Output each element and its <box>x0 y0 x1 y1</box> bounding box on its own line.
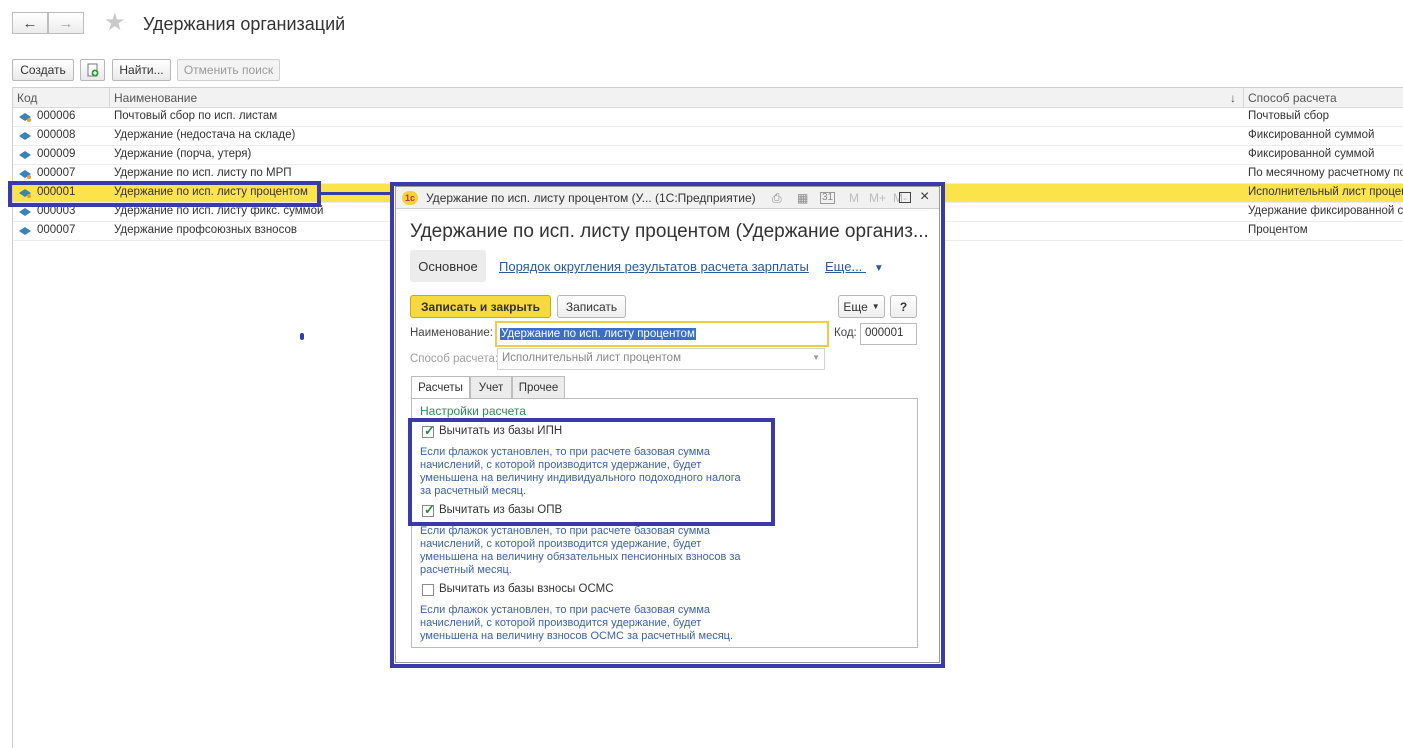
close-icon[interactable]: × <box>920 188 929 206</box>
help-button[interactable]: ? <box>890 295 917 318</box>
catalog-item-icon <box>19 227 31 235</box>
method-field[interactable]: Исполнительный лист процентом ▼ <box>497 348 825 370</box>
cell-name: Удержание (порча, утеря) <box>114 148 252 160</box>
column-header-code[interactable]: Код <box>17 91 37 105</box>
more-link[interactable]: Еще... ▼ <box>825 259 884 274</box>
code-field[interactable]: 000001 <box>860 323 917 345</box>
app-logo-icon: 1с <box>402 191 418 205</box>
arrow-left-icon: ← <box>22 14 38 32</box>
form-header: Удержание по исп. листу процентом (Удерж… <box>410 221 929 242</box>
cell-name: Удержание (недостача на складе) <box>114 129 296 141</box>
tab-accounting[interactable]: Учет <box>470 376 512 398</box>
page-title: Удержания организаций <box>143 14 346 34</box>
cell-method: Процентом <box>1248 224 1308 236</box>
table-header: Код Наименование ↓ Способ расчета <box>13 88 1403 108</box>
catalog-item-icon <box>19 170 31 179</box>
section-title: Настройки расчета <box>420 404 526 418</box>
dropdown-arrow-icon: ▼ <box>812 353 820 362</box>
cell-method: Почтовый сбор <box>1248 110 1330 122</box>
cell-code: 000009 <box>37 148 76 160</box>
deduct-opv-note: Если флажок установлен, то при расчете б… <box>420 525 741 576</box>
column-header-name[interactable]: Наименование <box>114 91 197 105</box>
selected-row-highlight <box>8 181 321 207</box>
tab-main[interactable]: Основное <box>410 250 486 282</box>
sort-down-icon: ↓ <box>1230 91 1236 105</box>
deduct-osms-label[interactable]: Вычитать из базы взносы ОСМС <box>439 583 614 595</box>
column-header-method[interactable]: Способ расчета <box>1248 91 1337 105</box>
cell-code: 000006 <box>37 110 76 122</box>
maximize-button[interactable] <box>899 192 911 203</box>
cell-name: Почтовый сбор по исп. листам <box>114 110 278 122</box>
deduct-osms-checkbox[interactable] <box>422 584 434 596</box>
table-row[interactable]: 000009 Удержание (порча, утеря) Фиксирован… <box>13 146 1403 165</box>
dialog-window-title: Удержание по исп. листу процентом (У... … <box>426 191 756 205</box>
dialog-titlebar[interactable]: 1с Удержание по исп. листу процентом (У.… <box>396 187 939 209</box>
add-copy-icon <box>87 63 98 77</box>
dropdown-arrow-icon: ▼ <box>871 302 880 311</box>
copy-button[interactable] <box>80 59 105 81</box>
catalog-item-icon <box>19 113 31 122</box>
rounding-order-link[interactable]: Порядок округления результатов расчета з… <box>499 259 809 274</box>
tab-other[interactable]: Прочее <box>512 376 565 398</box>
more-actions-button[interactable]: Еще ▼ <box>838 295 885 318</box>
tab-calculations[interactable]: Расчеты <box>411 376 470 399</box>
cell-code: 000007 <box>37 167 76 179</box>
cell-code: 000008 <box>37 129 76 141</box>
print-icon[interactable]: ⎙ <box>772 191 782 206</box>
calendar-icon[interactable]: 31 <box>820 192 836 204</box>
favorite-star-icon[interactable]: ★ <box>104 11 126 35</box>
save-button[interactable]: Записать <box>557 295 626 318</box>
calculator-icon[interactable]: ▦ <box>797 191 808 205</box>
method-label: Способ расчета: <box>410 353 499 365</box>
cell-method: Удержание фиксированной сум <box>1248 205 1403 217</box>
cell-method: Фиксированной суммой <box>1248 148 1375 160</box>
cell-name: Удержание профсоюзных взносов <box>114 224 297 236</box>
forward-button[interactable]: → <box>48 12 84 34</box>
cell-name: Удержание по исп. листу по МРП <box>114 167 292 179</box>
catalog-item-icon <box>19 151 31 159</box>
memory-plus-icon[interactable]: M+ <box>869 191 886 205</box>
ipn-highlight-frame <box>408 418 775 526</box>
table-row[interactable]: 000006 Почтовый сбор по исп. листам Почтов… <box>13 108 1403 127</box>
dropdown-arrow-icon: ▼ <box>873 263 884 274</box>
connector-line <box>321 192 391 195</box>
name-label: Наименование: <box>410 327 493 339</box>
cursor-dot <box>300 333 304 340</box>
catalog-item-icon <box>19 132 31 140</box>
find-button[interactable]: Найти... <box>112 59 171 81</box>
save-and-close-button[interactable]: Записать и закрыть <box>410 295 551 318</box>
deduct-osms-note: Если флажок установлен, то при расчете б… <box>420 604 734 642</box>
memory-m-icon[interactable]: M <box>849 191 859 205</box>
create-button[interactable]: Создать <box>12 59 74 81</box>
name-field[interactable]: Удержание по исп. листу процентом <box>495 321 829 347</box>
cancel-search-button[interactable]: Отменить поиск <box>177 59 280 81</box>
catalog-item-icon <box>19 208 31 216</box>
cell-method: По месячному расчетному пок <box>1248 167 1403 179</box>
arrow-right-icon: → <box>58 14 74 32</box>
code-label: Код: <box>834 327 857 339</box>
back-button[interactable]: ← <box>12 12 48 34</box>
cell-method: Исполнительный лист процент <box>1248 186 1403 198</box>
cell-code: 000007 <box>37 224 76 236</box>
cell-method: Фиксированной суммой <box>1248 129 1375 141</box>
table-row[interactable]: 000008 Удержание (недостача на складе) Фик… <box>13 127 1403 146</box>
